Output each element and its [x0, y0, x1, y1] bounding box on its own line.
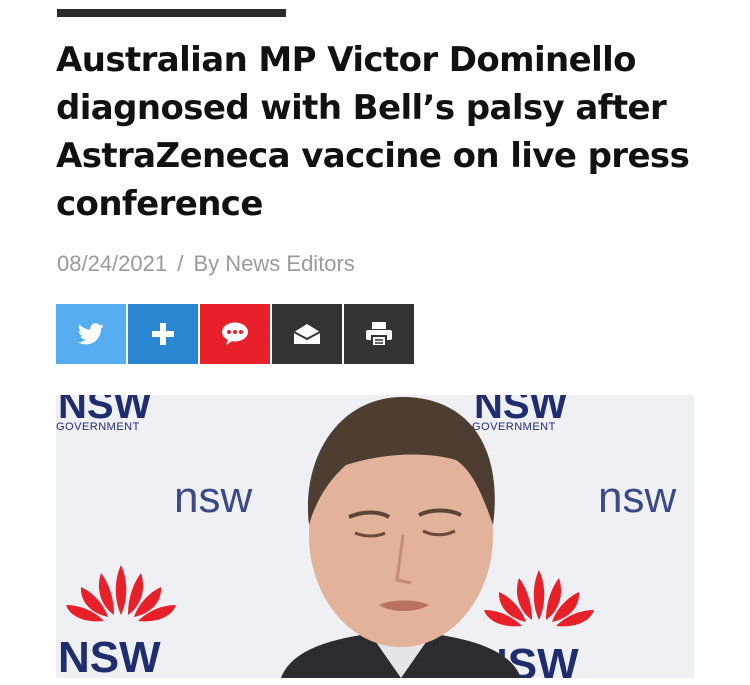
print-share-button[interactable]: [344, 304, 414, 364]
twitter-share-button[interactable]: [56, 304, 126, 364]
article-hero-image: NSW GOVERNMENT NSW GOVERNMENT nsw nsw NS…: [56, 395, 694, 678]
envelope-icon: [293, 324, 321, 344]
speech-bubble-icon: [222, 322, 248, 345]
person-photo: [281, 396, 521, 678]
article-headline: Australian MP Victor Dominello diagnosed…: [56, 40, 690, 224]
comment-share-button[interactable]: [200, 304, 270, 364]
header-rule: [57, 9, 286, 17]
plus-icon: [152, 323, 174, 345]
printer-icon: [366, 322, 392, 347]
backdrop-nsw-word-left: nsw: [174, 473, 253, 522]
article-date: 08/24/2021: [57, 251, 168, 276]
article-author[interactable]: By News Editors: [193, 251, 354, 276]
backdrop-nsw-bottom-left: NSW: [58, 633, 161, 678]
byline-separator: /: [177, 251, 184, 276]
backdrop-nsw-word-right: nsw: [598, 473, 677, 522]
more-share-button[interactable]: [128, 304, 198, 364]
share-toolbar: [56, 304, 414, 364]
email-share-button[interactable]: [272, 304, 342, 364]
article-byline: 08/24/2021 / By News Editors: [57, 251, 355, 277]
waratah-logo-left: [66, 565, 176, 622]
twitter-bird-icon: [78, 323, 104, 345]
backdrop-government-left: GOVERNMENT: [56, 421, 140, 433]
